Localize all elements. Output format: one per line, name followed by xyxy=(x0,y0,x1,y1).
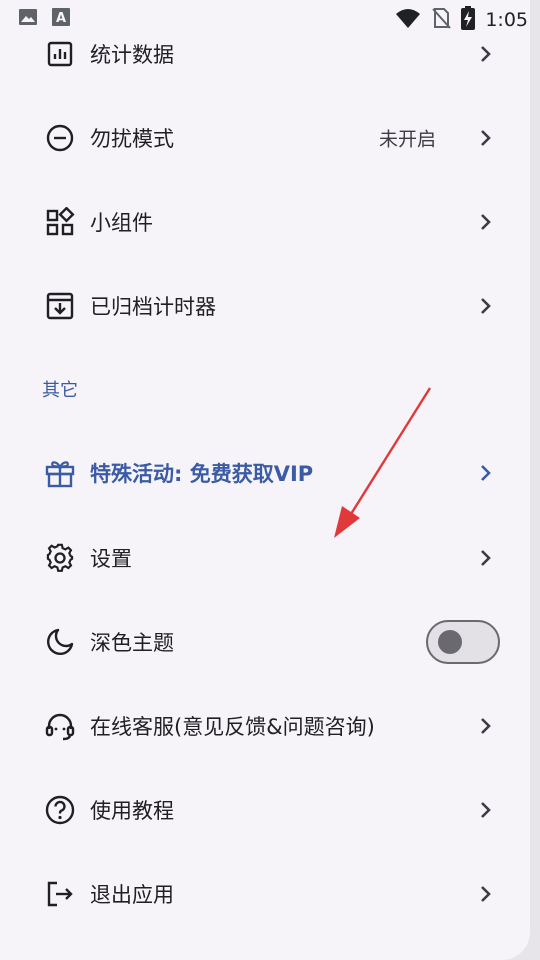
chevron-right-icon xyxy=(476,128,496,148)
logout-icon xyxy=(44,878,76,910)
battery-charging-icon xyxy=(461,6,476,34)
menu-item-label: 深色主题 xyxy=(90,631,174,655)
menu-item-label: 已归档计时器 xyxy=(90,295,216,319)
chevron-right-icon xyxy=(476,44,496,64)
archive-icon xyxy=(44,290,76,322)
dnd-status-value: 未开启 xyxy=(378,128,436,151)
menu-item-vip-promo[interactable]: 特殊活动: 免费获取VIP xyxy=(0,431,530,515)
chevron-right-icon xyxy=(476,800,496,820)
image-icon xyxy=(18,8,38,30)
chevron-right-icon xyxy=(476,548,496,568)
menu-item-label: 退出应用 xyxy=(90,883,174,907)
headset-icon xyxy=(44,710,76,742)
font-icon: A xyxy=(52,8,70,30)
menu-item-dark-theme: 深色主题 xyxy=(0,600,530,684)
status-bar: A 1:05 xyxy=(0,0,540,36)
toggle-knob xyxy=(438,630,462,654)
help-circle-icon xyxy=(44,794,76,826)
menu-item-tutorial[interactable]: 使用教程 xyxy=(0,768,530,852)
menu-item-archived-timers[interactable]: 已归档计时器 xyxy=(0,264,530,348)
menu-item-label: 设置 xyxy=(90,547,132,571)
chevron-right-icon xyxy=(476,296,496,316)
status-time: 1:05 xyxy=(485,9,528,31)
menu-item-label: 使用教程 xyxy=(90,799,174,823)
menu-item-customer-service[interactable]: 在线客服(意见反馈&问题咨询) xyxy=(0,684,530,768)
section-header-other: 其它 xyxy=(42,380,78,401)
bar-chart-icon xyxy=(44,38,76,70)
menu-item-exit-app[interactable]: 退出应用 xyxy=(0,852,530,936)
menu-item-label: 特殊活动: 免费获取VIP xyxy=(90,462,314,486)
chevron-right-icon xyxy=(476,716,496,736)
menu-item-widgets[interactable]: 小组件 xyxy=(0,180,530,264)
no-sim-icon xyxy=(431,7,452,33)
svg-text:A: A xyxy=(56,11,66,26)
menu-item-label: 小组件 xyxy=(90,211,153,235)
moon-icon xyxy=(44,626,76,658)
dark-theme-toggle[interactable] xyxy=(426,620,500,664)
gear-icon xyxy=(44,542,76,574)
menu-item-label: 在线客服(意见反馈&问题咨询) xyxy=(90,715,375,739)
chevron-right-icon xyxy=(476,884,496,904)
menu-item-do-not-disturb[interactable]: 勿扰模式 未开启 xyxy=(0,96,530,180)
widgets-icon xyxy=(44,206,76,238)
menu-item-label: 统计数据 xyxy=(90,43,174,67)
menu-item-label: 勿扰模式 xyxy=(90,127,174,151)
minus-circle-icon xyxy=(44,122,76,154)
chevron-right-icon xyxy=(476,212,496,232)
wifi-icon xyxy=(395,7,421,33)
menu-item-settings[interactable]: 设置 xyxy=(0,516,530,600)
gift-icon xyxy=(44,457,76,489)
chevron-right-icon xyxy=(476,463,496,483)
